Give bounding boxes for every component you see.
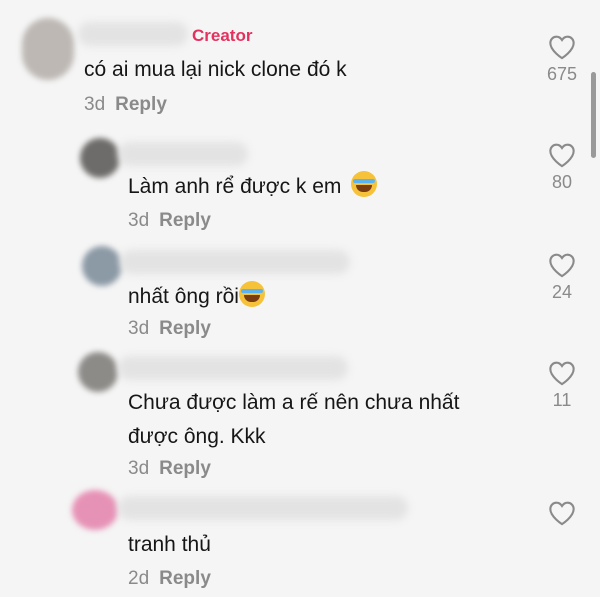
comment-text: Làm anh rể được k em	[128, 170, 378, 204]
avatar[interactable]	[72, 490, 118, 530]
heart-outline-icon	[549, 361, 575, 386]
comment-time: 3d	[84, 94, 106, 115]
comment-time: 2d	[128, 568, 150, 589]
laughing-with-tears-emoji	[238, 281, 265, 307]
username-blurred[interactable]	[118, 496, 408, 520]
like-button[interactable]: 11	[542, 360, 582, 411]
comment-meta: 2d Reply	[128, 568, 211, 590]
like-count: 11	[552, 390, 572, 410]
comment-item: Chưa được làm a rế nên chưa nhất được ôn…	[0, 348, 600, 483]
username-blurred[interactable]	[78, 22, 188, 46]
avatar[interactable]	[80, 138, 120, 178]
comment-time: 3d	[128, 318, 150, 339]
reply-button[interactable]: Reply	[159, 210, 211, 231]
scrollbar[interactable]	[591, 72, 596, 158]
heart-outline-icon	[549, 253, 575, 278]
heart-outline-icon	[549, 35, 575, 60]
comment-item: Làm anh rể được k em 3d Reply 80	[0, 128, 600, 236]
heart-outline-icon	[549, 501, 575, 526]
comment-text: tranh thủ	[128, 533, 211, 556]
like-button[interactable]: 24	[542, 252, 582, 303]
comment-text: Chưa được làm a rế nên chưa nhất được ôn…	[128, 391, 460, 448]
like-button[interactable]	[542, 500, 582, 526]
like-button[interactable]: 80	[542, 142, 582, 193]
username-blurred[interactable]	[118, 356, 348, 380]
avatar[interactable]	[78, 352, 118, 392]
reply-button[interactable]: Reply	[159, 458, 211, 479]
avatar[interactable]	[22, 18, 74, 80]
comment-meta: 3d Reply	[84, 94, 167, 116]
creator-badge: Creator	[192, 26, 253, 45]
username-blurred[interactable]	[118, 142, 248, 166]
reply-button[interactable]: Reply	[159, 318, 211, 339]
comment-meta: 3d Reply	[128, 318, 211, 340]
avatar[interactable]	[82, 246, 122, 286]
reply-button[interactable]: Reply	[115, 94, 167, 115]
like-count: 675	[546, 64, 578, 84]
comment-meta: 3d Reply	[128, 458, 211, 480]
like-count: 24	[551, 282, 573, 302]
comment-meta: 3d Reply	[128, 210, 211, 232]
like-count: 80	[551, 172, 573, 192]
comment-text: nhất ông rồi	[128, 280, 265, 314]
username-blurred[interactable]	[120, 250, 350, 274]
comment-item: tranh thủ 2d Reply	[0, 486, 600, 597]
comment-text: có ai mua lại nick clone đó k	[84, 58, 347, 81]
heart-outline-icon	[549, 143, 575, 168]
like-button[interactable]: 675	[542, 34, 582, 85]
reply-button[interactable]: Reply	[159, 568, 211, 589]
comment-item: nhất ông rồi 3d Reply 24	[0, 238, 600, 346]
comment-time: 3d	[128, 210, 150, 231]
laughing-with-tears-emoji	[351, 171, 378, 197]
comment-time: 3d	[128, 458, 150, 479]
comment-item: Creator có ai mua lại nick clone đó k 3d…	[0, 0, 600, 120]
